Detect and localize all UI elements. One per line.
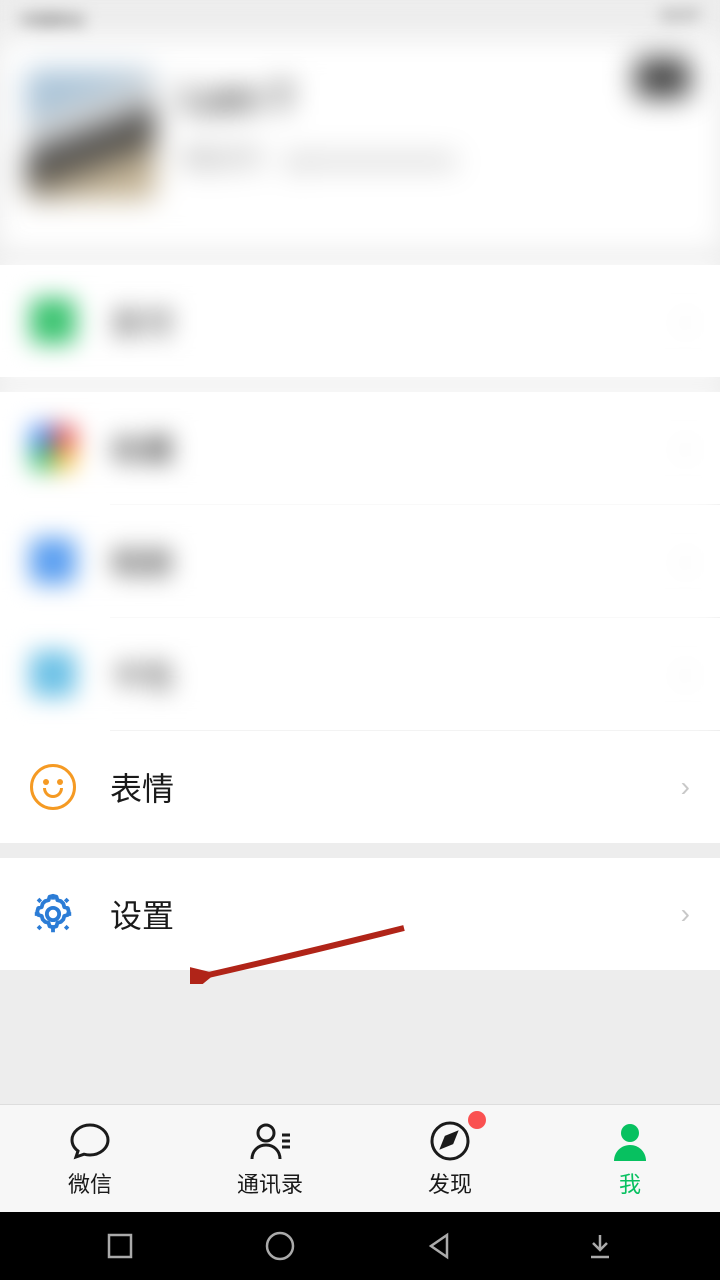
profile-card[interactable]: Lam T 微信号：qxxxxxxxxxxxx — [0, 40, 720, 250]
menu-label: 相册 — [110, 538, 681, 584]
tab-bar: 微信 通讯录 发现 我 — [0, 1104, 720, 1212]
chevron-right-icon: › — [681, 771, 690, 803]
chevron-right-icon: › — [681, 545, 690, 577]
tab-contacts[interactable]: 通讯录 — [180, 1105, 360, 1212]
nav-download[interactable] — [582, 1228, 618, 1264]
contacts-icon — [246, 1119, 294, 1163]
album-icon — [30, 538, 76, 584]
status-time: 10:07 — [660, 8, 700, 32]
tab-chat[interactable]: 微信 — [0, 1105, 180, 1212]
chat-icon — [66, 1119, 114, 1163]
menu-item-sticker[interactable]: 表情 › — [0, 731, 720, 843]
tab-label: 我 — [619, 1167, 641, 1199]
status-bar: 中国移动 10:07 — [0, 0, 720, 40]
menu-item-album[interactable]: 相册 › — [0, 505, 720, 617]
chevron-right-icon: › — [681, 432, 690, 464]
tab-label: 发现 — [428, 1167, 472, 1199]
status-carrier: 中国移动 — [20, 8, 84, 32]
menu-label: 设置 — [110, 891, 681, 937]
system-nav-bar — [0, 1212, 720, 1280]
notification-badge — [468, 1111, 486, 1129]
nav-recent[interactable] — [102, 1228, 138, 1264]
nav-home[interactable] — [262, 1228, 298, 1264]
nav-back[interactable] — [422, 1228, 458, 1264]
gear-icon — [30, 891, 76, 937]
avatar[interactable] — [26, 70, 156, 200]
profile-wxid: 微信号：qxxxxxxxxxxxx — [182, 139, 456, 176]
menu-item-favorites[interactable]: 收藏 › — [0, 392, 720, 504]
sticker-icon — [30, 764, 76, 810]
chevron-right-icon: › — [681, 658, 690, 690]
menu-label: 卡包 — [110, 651, 681, 697]
compass-icon — [426, 1119, 474, 1163]
menu-label: 表情 — [110, 764, 681, 810]
tab-me[interactable]: 我 — [540, 1105, 720, 1212]
favorites-icon — [30, 425, 76, 471]
menu-item-cards[interactable]: 卡包 › — [0, 618, 720, 730]
tab-label: 微信 — [68, 1167, 112, 1199]
tab-label: 通讯录 — [237, 1167, 303, 1199]
menu-item-settings[interactable]: 设置 › — [0, 858, 720, 970]
wallet-icon — [30, 298, 76, 344]
menu-item-wallet[interactable]: 支付 › — [0, 265, 720, 377]
menu-label: 支付 — [110, 298, 681, 344]
person-icon — [606, 1119, 654, 1163]
profile-nickname: Lam T — [182, 78, 456, 121]
tab-discover[interactable]: 发现 — [360, 1105, 540, 1212]
camera-icon[interactable] — [635, 58, 690, 98]
menu-label: 收藏 — [110, 425, 681, 471]
chevron-right-icon: › — [681, 898, 690, 930]
card-icon — [30, 651, 76, 697]
chevron-right-icon: › — [681, 305, 690, 337]
